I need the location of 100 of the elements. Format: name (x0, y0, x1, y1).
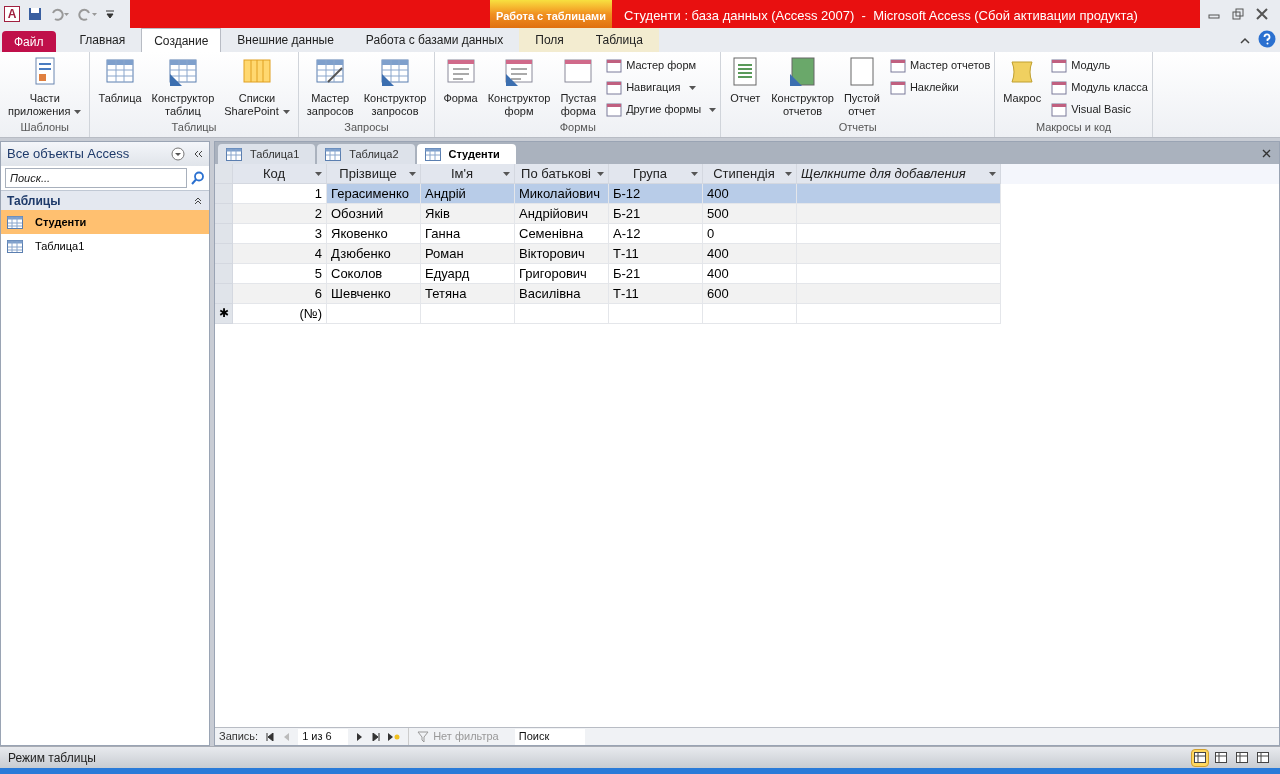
table-cell: 600 (703, 284, 797, 304)
ribbon-small-button[interactable]: Наклейки (889, 78, 991, 97)
table-cell: Миколайович (515, 184, 609, 204)
table-cell: 500 (703, 204, 797, 224)
column-header[interactable]: По батькові (515, 164, 609, 184)
form-icon (606, 79, 623, 96)
ribbon-tab[interactable]: Таблица (579, 28, 659, 52)
ribbon-button[interactable]: Таблица (94, 56, 146, 105)
ribbon-button[interactable]: Конструктор форм (483, 56, 555, 118)
table-cell: Тетяна (421, 284, 515, 304)
caret-icon (785, 171, 792, 176)
collapse-pane-icon[interactable] (193, 150, 203, 158)
table-cell: А-12 (609, 224, 703, 244)
table-cell: Андрійович (515, 204, 609, 224)
table-cell: Яковенко (327, 224, 421, 244)
column-header[interactable]: Прізвище (327, 164, 421, 184)
table-cell: 400 (703, 264, 797, 284)
column-header[interactable]: Код (233, 164, 327, 184)
navigation-item[interactable]: Таблица1 (1, 234, 209, 258)
ribbon-small-button[interactable]: Модуль класса (1051, 78, 1148, 97)
new-record-marker: ✱ (215, 304, 233, 324)
table-icon (226, 147, 242, 161)
table-cell: 0 (703, 224, 797, 244)
caret-icon (597, 171, 604, 176)
ribbon-button[interactable]: Списки SharePoint (220, 56, 294, 118)
search-field[interactable]: Поиск... (5, 168, 187, 188)
new-record-icon[interactable] (388, 732, 401, 741)
document-tab[interactable]: Студенти (416, 144, 516, 164)
ribbon-small-button[interactable]: Visual Basic (1051, 100, 1148, 119)
save-icon[interactable] (28, 7, 42, 21)
table-cell: 400 (703, 244, 797, 264)
window-title: Студенти : база данных (Access 2007) - Microsoft Access (Сбой активации продукта) (623, 7, 1138, 25)
table-icon (424, 147, 441, 161)
table-cell: Б-21 (609, 264, 703, 284)
navigation-pane-title: Все объекты Access (7, 145, 131, 164)
ribbon-group-label: Макросы и код (1034, 120, 1113, 135)
ribbon-button[interactable]: Конструктор запросов (359, 56, 431, 118)
close-icon[interactable] (1262, 149, 1271, 158)
ribbon-button[interactable]: Пустая форма (556, 56, 601, 118)
view-button[interactable] (1191, 748, 1209, 767)
document-tab[interactable]: Таблица2 (317, 144, 415, 164)
ribbon-button[interactable]: Макрос (999, 56, 1046, 105)
column-header[interactable]: Ім'я (421, 164, 515, 184)
table-cell: Б-21 (609, 204, 703, 224)
context-tab-group: Работа с таблицами (490, 0, 612, 28)
navigation-item[interactable]: Студенти (1, 210, 209, 234)
first-record-icon[interactable] (266, 732, 275, 741)
table-cell: Т-11 (609, 244, 703, 264)
ribbon-small-button[interactable]: Навигация (606, 78, 717, 97)
last-record-icon[interactable] (372, 732, 381, 741)
ribbon-button[interactable]: Пустой отчет (839, 56, 884, 118)
ribbon-small-button[interactable]: Мастер отчетов (889, 56, 991, 75)
ribbon-button[interactable]: Конструктор отчетов (767, 56, 838, 118)
table-cell: Семенівна (515, 224, 609, 244)
ribbon-button[interactable]: Мастер запросов (302, 56, 358, 118)
table-cell: 1 (233, 184, 327, 204)
column-header[interactable]: Щелкните для добавления (797, 164, 1001, 184)
table-cell: 6 (233, 284, 327, 304)
table-cell: Ганна (421, 224, 515, 244)
ribbon-button[interactable]: Части приложения (4, 56, 86, 118)
table-icon (7, 239, 23, 253)
table-icon (7, 215, 23, 229)
caret-icon (409, 171, 416, 176)
table-cell: Герасименко (327, 184, 421, 204)
ribbon-button[interactable]: Отчет (725, 56, 766, 105)
ribbon-group-label: Таблицы (170, 119, 218, 135)
close-icon[interactable] (1256, 8, 1268, 20)
group-header[interactable]: Таблицы (1, 190, 209, 210)
restore-icon[interactable] (1232, 8, 1244, 20)
column-header[interactable]: Група (609, 164, 703, 184)
ribbon-tab[interactable]: Главная (63, 28, 142, 52)
dropdown-icon[interactable] (171, 147, 185, 161)
ribbon-group-label: Шаблоны (19, 119, 71, 135)
table-cell: 400 (703, 184, 797, 204)
customize-icon[interactable] (106, 9, 114, 19)
ribbon-tab[interactable]: Создание (141, 28, 222, 52)
ribbon-button[interactable]: Конструктор таблиц (147, 56, 219, 118)
file-tab[interactable]: Файл (2, 31, 56, 52)
ribbon-button[interactable]: Форма (439, 56, 482, 105)
table-cell: Обозний (327, 204, 421, 224)
search-field[interactable]: Поиск (514, 728, 585, 745)
ribbon-tab[interactable]: Внешние данные (221, 28, 350, 52)
table-cell: 5 (233, 264, 327, 284)
caret-icon (315, 171, 322, 176)
document-tab[interactable]: Таблица1 (218, 144, 316, 164)
collapse-group-icon[interactable] (193, 196, 203, 205)
app-logo: A (4, 6, 20, 22)
column-header[interactable]: Стипендія (703, 164, 797, 184)
record-position-field[interactable]: 1 из 6 (298, 728, 349, 745)
ribbon-tab[interactable]: Работа с базами данных (349, 28, 520, 52)
help-icon[interactable] (1258, 30, 1276, 48)
form-ruler-icon (503, 56, 536, 88)
status-text: Режим таблицы (8, 749, 97, 767)
search-icon[interactable] (191, 171, 205, 185)
ribbon-small-button[interactable]: Другие формы (606, 100, 717, 119)
ribbon-small-button[interactable]: Модуль (1051, 56, 1148, 75)
collapse-ribbon-icon[interactable] (1240, 36, 1250, 44)
ribbon-small-button[interactable]: Мастер форм (606, 56, 717, 75)
ribbon-tab[interactable]: Поля (519, 28, 580, 52)
table-cell: Т-11 (609, 284, 703, 304)
